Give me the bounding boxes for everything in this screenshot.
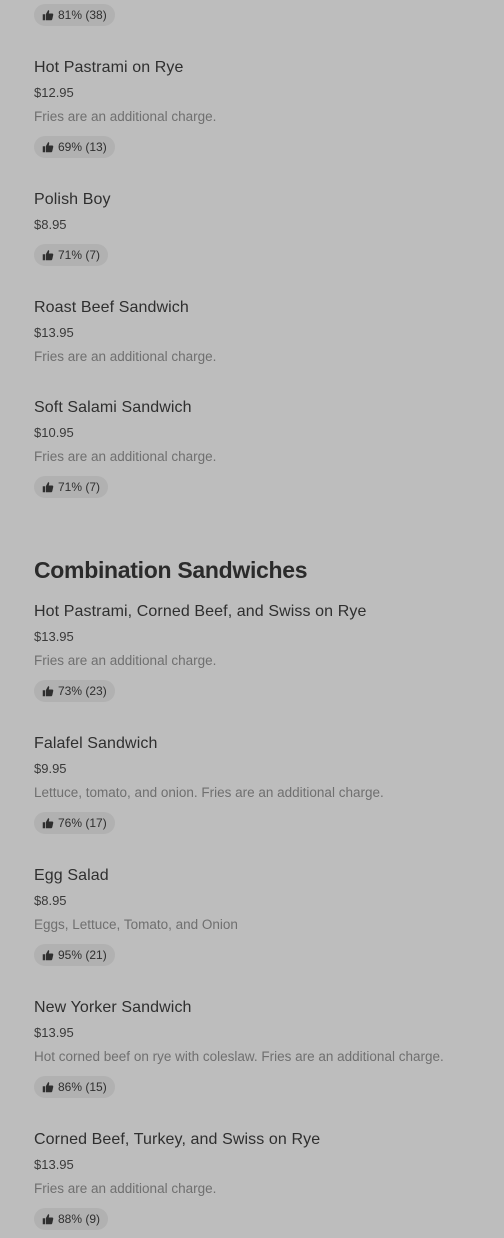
rating-text: 69% (13) xyxy=(58,140,107,154)
rating-badge: 76% (17) xyxy=(34,812,115,834)
menu-item-name[interactable]: Hot Pastrami on Rye xyxy=(34,58,184,78)
menu-item-price: $8.95 xyxy=(34,217,67,232)
thumbs-up-icon xyxy=(42,686,54,697)
menu-item-name[interactable]: Soft Salami Sandwich xyxy=(34,398,192,418)
menu-item-price: $8.95 xyxy=(34,893,67,908)
rating-text: 95% (21) xyxy=(58,948,107,962)
thumbs-up-icon xyxy=(42,1082,54,1093)
rating-badge: 86% (15) xyxy=(34,1076,115,1098)
menu-item-price: $12.95 xyxy=(34,85,74,100)
rating-text: 71% (7) xyxy=(58,480,101,494)
menu-item-price: $13.95 xyxy=(34,325,74,340)
menu-item-description: Hot corned beef on rye with coleslaw. Fr… xyxy=(34,1049,444,1064)
thumbs-up-icon xyxy=(42,250,54,261)
menu-item-price: $10.95 xyxy=(34,425,74,440)
menu-item-description: Fries are an additional charge. xyxy=(34,109,217,124)
rating-badge: 95% (21) xyxy=(34,944,115,966)
menu-item-price: $13.95 xyxy=(34,1025,74,1040)
thumbs-up-icon xyxy=(42,142,54,153)
menu-item-name[interactable]: Polish Boy xyxy=(34,190,111,210)
menu-item-description: Fries are an additional charge. xyxy=(34,653,217,668)
menu-item-description: Fries are an additional charge. xyxy=(34,449,217,464)
rating-text: 81% (38) xyxy=(58,8,107,22)
menu-item-name[interactable]: Hot Pastrami, Corned Beef, and Swiss on … xyxy=(34,602,366,622)
menu-item-price: $13.95 xyxy=(34,1157,74,1172)
section-title: Combination Sandwiches xyxy=(34,557,308,583)
rating-text: 71% (7) xyxy=(58,248,101,262)
menu-item-price: $9.95 xyxy=(34,761,67,776)
menu-item-name[interactable]: Egg Salad xyxy=(34,866,109,886)
thumbs-up-icon xyxy=(42,818,54,829)
rating-badge: 71% (7) xyxy=(34,244,109,266)
thumbs-up-icon xyxy=(42,482,54,493)
menu-item-description: Lettuce, tomato, and onion. Fries are an… xyxy=(34,785,384,800)
menu-item-name[interactable]: Corned Beef, Turkey, and Swiss on Rye xyxy=(34,1130,320,1150)
rating-text: 88% (9) xyxy=(58,1212,101,1226)
menu-item-description: Eggs, Lettuce, Tomato, and Onion xyxy=(34,917,238,932)
menu-item-description: Fries are an additional charge. xyxy=(34,349,217,364)
rating-badge: 81% (38) xyxy=(34,4,115,26)
thumbs-up-icon xyxy=(42,1214,54,1225)
rating-badge: 88% (9) xyxy=(34,1208,109,1230)
menu-item-price: $13.95 xyxy=(34,629,74,644)
menu-item-name[interactable]: Roast Beef Sandwich xyxy=(34,298,189,318)
rating-badge: 73% (23) xyxy=(34,680,115,702)
rating-badge: 69% (13) xyxy=(34,136,115,158)
thumbs-up-icon xyxy=(42,950,54,961)
menu-item-name[interactable]: New Yorker Sandwich xyxy=(34,998,192,1018)
menu-item-name[interactable]: Falafel Sandwich xyxy=(34,734,157,754)
thumbs-up-icon xyxy=(42,10,54,21)
rating-text: 73% (23) xyxy=(58,684,107,698)
rating-badge: 71% (7) xyxy=(34,476,109,498)
rating-text: 86% (15) xyxy=(58,1080,107,1094)
menu-item-description: Fries are an additional charge. xyxy=(34,1181,217,1196)
rating-text: 76% (17) xyxy=(58,816,107,830)
